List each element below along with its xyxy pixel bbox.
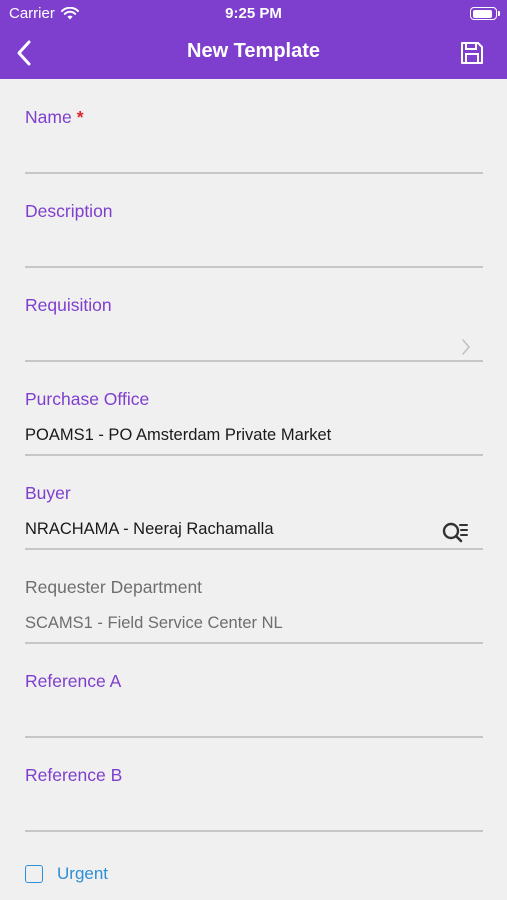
underline <box>25 360 483 362</box>
requester-department-label: Requester Department <box>25 577 203 597</box>
chevron-right-icon[interactable] <box>461 338 471 356</box>
description-input[interactable] <box>25 238 435 260</box>
description-field[interactable]: Description <box>25 201 483 291</box>
underline <box>25 266 483 268</box>
requisition-label: Requisition <box>25 295 112 315</box>
name-input[interactable] <box>25 144 435 166</box>
top-bar: Carrier 9:25 PM New Template <box>0 0 507 79</box>
description-label: Description <box>25 201 113 221</box>
purchase-office-field[interactable]: Purchase Office POAMS1 - PO Amsterdam Pr… <box>25 389 483 479</box>
requisition-value[interactable] <box>25 332 435 354</box>
underline <box>25 830 483 832</box>
requester-department-field: Requester Department SCAMS1 - Field Serv… <box>25 577 483 667</box>
purchase-office-label: Purchase Office <box>25 389 150 409</box>
urgent-checkbox[interactable] <box>25 865 43 883</box>
save-icon[interactable] <box>459 40 485 66</box>
underline <box>25 642 483 644</box>
buyer-value[interactable]: NRACHAMA - Neeraj Rachamalla <box>25 520 435 542</box>
navigation-bar: New Template <box>0 28 507 79</box>
underline <box>25 454 483 456</box>
buyer-field[interactable]: Buyer NRACHAMA - Neeraj Rachamalla <box>25 483 483 573</box>
urgent-checkbox-row[interactable]: Urgent <box>25 864 108 884</box>
name-field[interactable]: Name * <box>25 107 483 197</box>
buyer-label: Buyer <box>25 483 71 503</box>
reference-a-input[interactable] <box>25 708 435 730</box>
name-label: Name * <box>25 107 84 127</box>
reference-a-field[interactable]: Reference A <box>25 671 483 761</box>
status-bar: Carrier 9:25 PM <box>0 0 507 28</box>
reference-b-field[interactable]: Reference B <box>25 765 483 855</box>
requisition-field[interactable]: Requisition <box>25 295 483 385</box>
underline <box>25 172 483 174</box>
required-marker: * <box>76 107 84 127</box>
underline <box>25 736 483 738</box>
search-list-icon[interactable] <box>441 521 469 545</box>
battery-icon <box>470 7 500 20</box>
underline <box>25 548 483 550</box>
purchase-office-value[interactable]: POAMS1 - PO Amsterdam Private Market <box>25 426 435 448</box>
status-time: 9:25 PM <box>225 5 282 22</box>
reference-a-label: Reference A <box>25 671 122 691</box>
reference-b-input[interactable] <box>25 802 435 824</box>
urgent-label[interactable]: Urgent <box>57 864 108 884</box>
page-title: New Template <box>187 40 320 62</box>
reference-b-label: Reference B <box>25 765 123 785</box>
requester-department-value: SCAMS1 - Field Service Center NL <box>25 614 283 632</box>
